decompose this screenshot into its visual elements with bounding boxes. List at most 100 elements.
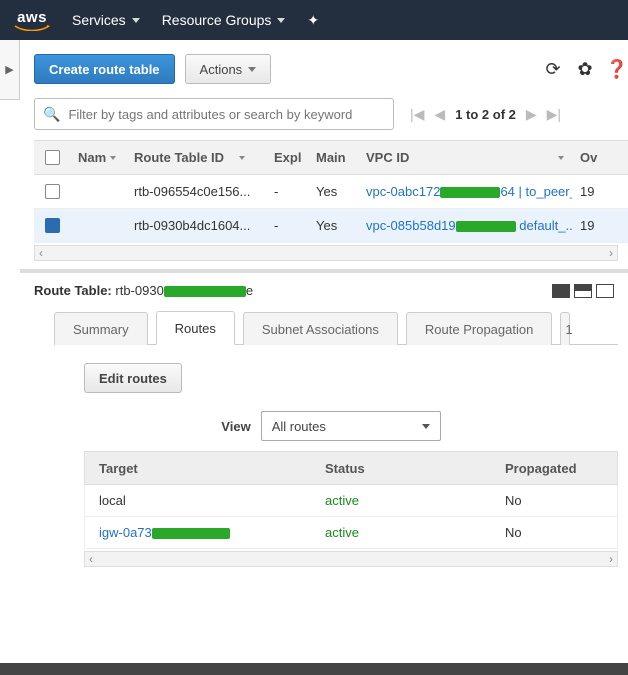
view-select[interactable]: All routes xyxy=(261,411,441,441)
routes-pane: Edit routes View All routes Target Statu… xyxy=(34,345,628,577)
sort-icon xyxy=(558,156,564,160)
routes-table: Target Status Propagated local active No… xyxy=(84,451,618,549)
cell-rtid: rtb-096554c0e156... xyxy=(126,184,266,199)
route-tables-grid: Nam Route Table ID Expl Main VPC ID Ov r… xyxy=(34,140,628,243)
detail-title: Route Table: rtb-0930e xyxy=(34,283,253,298)
cell-target: local xyxy=(85,493,325,508)
pager-first-icon[interactable]: |◀ xyxy=(410,106,424,123)
row-checkbox[interactable] xyxy=(45,184,60,199)
col-target[interactable]: Target xyxy=(85,461,325,476)
filter-row: 🔍 |◀ ◀ 1 to 2 of 2 ▶ ▶| xyxy=(34,98,628,130)
cell-rtid: rtb-0930b4dc1604... xyxy=(126,218,266,233)
edit-routes-button[interactable]: Edit routes xyxy=(84,363,182,393)
pager-next-icon[interactable]: ▶ xyxy=(526,106,537,123)
scroll-right-icon[interactable]: › xyxy=(609,552,613,566)
table-row[interactable]: rtb-0930b4dc1604... - Yes vpc-085b58d19 … xyxy=(34,209,628,243)
cell-status: active xyxy=(325,493,505,508)
caret-down-icon xyxy=(422,424,430,429)
redacted-text xyxy=(456,221,516,232)
tab-routes[interactable]: Routes xyxy=(156,311,235,345)
caret-down-icon xyxy=(132,18,140,23)
scroll-right-icon[interactable]: › xyxy=(609,246,613,260)
help-icon[interactable]: ❓ xyxy=(606,58,628,80)
grid-header: Nam Route Table ID Expl Main VPC ID Ov xyxy=(34,141,628,175)
col-route-table-id[interactable]: Route Table ID xyxy=(126,150,266,165)
cell-expl: - xyxy=(266,218,308,233)
pager-last-icon[interactable]: ▶| xyxy=(547,106,561,123)
cell-target: igw-0a73 xyxy=(85,525,325,540)
layout-full-icon[interactable] xyxy=(552,284,570,298)
cell-vpc: vpc-085b58d19 default_... xyxy=(358,218,572,233)
vpc-link[interactable]: vpc-0abc17264 | to_peer_ xyxy=(366,184,572,199)
view-filter: View All routes xyxy=(84,411,618,441)
horizontal-scrollbar[interactable]: ‹› xyxy=(34,245,618,261)
actions-button[interactable]: Actions xyxy=(185,54,272,84)
main-panel: Create route table Actions ⟳ ✿ ❓ 🔍 |◀ ◀ … xyxy=(20,40,628,577)
actions-button-label: Actions xyxy=(200,62,243,77)
refresh-icon[interactable]: ⟳ xyxy=(542,58,564,80)
table-row[interactable]: rtb-096554c0e156... - Yes vpc-0abc17264 … xyxy=(34,175,628,209)
row-checkbox[interactable] xyxy=(45,218,60,233)
pin-icon[interactable]: ✦ xyxy=(307,12,319,29)
scroll-left-icon[interactable]: ‹ xyxy=(89,552,93,566)
tab-route-propagation[interactable]: Route Propagation xyxy=(406,312,552,345)
view-label: View xyxy=(221,419,250,434)
cell-vpc: vpc-0abc17264 | to_peer_ xyxy=(358,184,572,199)
gear-icon[interactable]: ✿ xyxy=(574,58,596,80)
redacted-text xyxy=(164,286,246,297)
col-main[interactable]: Main xyxy=(308,150,358,165)
pager: |◀ ◀ 1 to 2 of 2 ▶ ▶| xyxy=(410,106,561,123)
select-all-checkbox[interactable] xyxy=(45,150,60,165)
pager-prev-icon[interactable]: ◀ xyxy=(434,106,445,123)
redacted-text xyxy=(440,187,500,198)
cell-status: active xyxy=(325,525,505,540)
routes-row: igw-0a73 active No xyxy=(84,517,618,549)
cell-main: Yes xyxy=(308,218,358,233)
caret-down-icon xyxy=(248,67,256,72)
pager-text: 1 to 2 of 2 xyxy=(455,107,516,122)
nav-resource-groups[interactable]: Resource Groups xyxy=(162,12,286,28)
cell-main: Yes xyxy=(308,184,358,199)
layout-toggles xyxy=(552,284,614,298)
col-owner[interactable]: Ov xyxy=(572,150,612,165)
cell-owner: 19 xyxy=(572,184,612,199)
nav-services-label: Services xyxy=(72,12,126,28)
igw-link[interactable]: igw-0a73 xyxy=(99,525,230,540)
horizontal-scrollbar[interactable]: ‹› xyxy=(84,551,618,567)
create-route-table-button[interactable]: Create route table xyxy=(34,54,175,84)
pane-divider[interactable] xyxy=(20,269,628,273)
layout-split-icon[interactable] xyxy=(574,284,592,298)
col-vpc-id[interactable]: VPC ID xyxy=(358,150,572,165)
filter-input[interactable] xyxy=(66,106,385,123)
aws-smile-icon xyxy=(14,25,50,31)
aws-logo[interactable]: aws xyxy=(14,10,50,31)
detail-tabs: Summary Routes Subnet Associations Route… xyxy=(54,310,618,345)
scroll-left-icon[interactable]: ‹ xyxy=(39,246,43,260)
view-select-value: All routes xyxy=(272,419,326,434)
col-name[interactable]: Nam xyxy=(70,150,126,165)
tab-summary[interactable]: Summary xyxy=(54,312,148,345)
tab-overflow[interactable]: 1 xyxy=(560,312,570,345)
footer-bar xyxy=(0,663,628,675)
cell-owner: 19 xyxy=(572,218,612,233)
tab-subnet-associations[interactable]: Subnet Associations xyxy=(243,312,398,345)
nav-services[interactable]: Services xyxy=(72,12,140,28)
vpc-link[interactable]: vpc-085b58d19 default_... xyxy=(366,218,572,233)
cell-propagated: No xyxy=(505,493,617,508)
aws-logo-text: aws xyxy=(17,10,47,25)
cell-expl: - xyxy=(266,184,308,199)
routes-header: Target Status Propagated xyxy=(84,451,618,485)
chevron-right-icon: ▶ xyxy=(5,63,13,76)
filter-search[interactable]: 🔍 xyxy=(34,98,394,130)
col-explicit[interactable]: Expl xyxy=(266,150,308,165)
layout-bottom-icon[interactable] xyxy=(596,284,614,298)
sort-icon xyxy=(110,156,116,160)
col-propagated[interactable]: Propagated xyxy=(505,461,617,476)
redacted-text xyxy=(152,528,230,539)
action-bar: Create route table Actions ⟳ ✿ ❓ xyxy=(34,54,628,84)
routes-row: local active No xyxy=(84,485,618,517)
col-status[interactable]: Status xyxy=(325,461,505,476)
side-panel-toggle[interactable]: ▶ xyxy=(0,40,20,100)
search-icon: 🔍 xyxy=(43,106,60,123)
nav-resource-groups-label: Resource Groups xyxy=(162,12,272,28)
